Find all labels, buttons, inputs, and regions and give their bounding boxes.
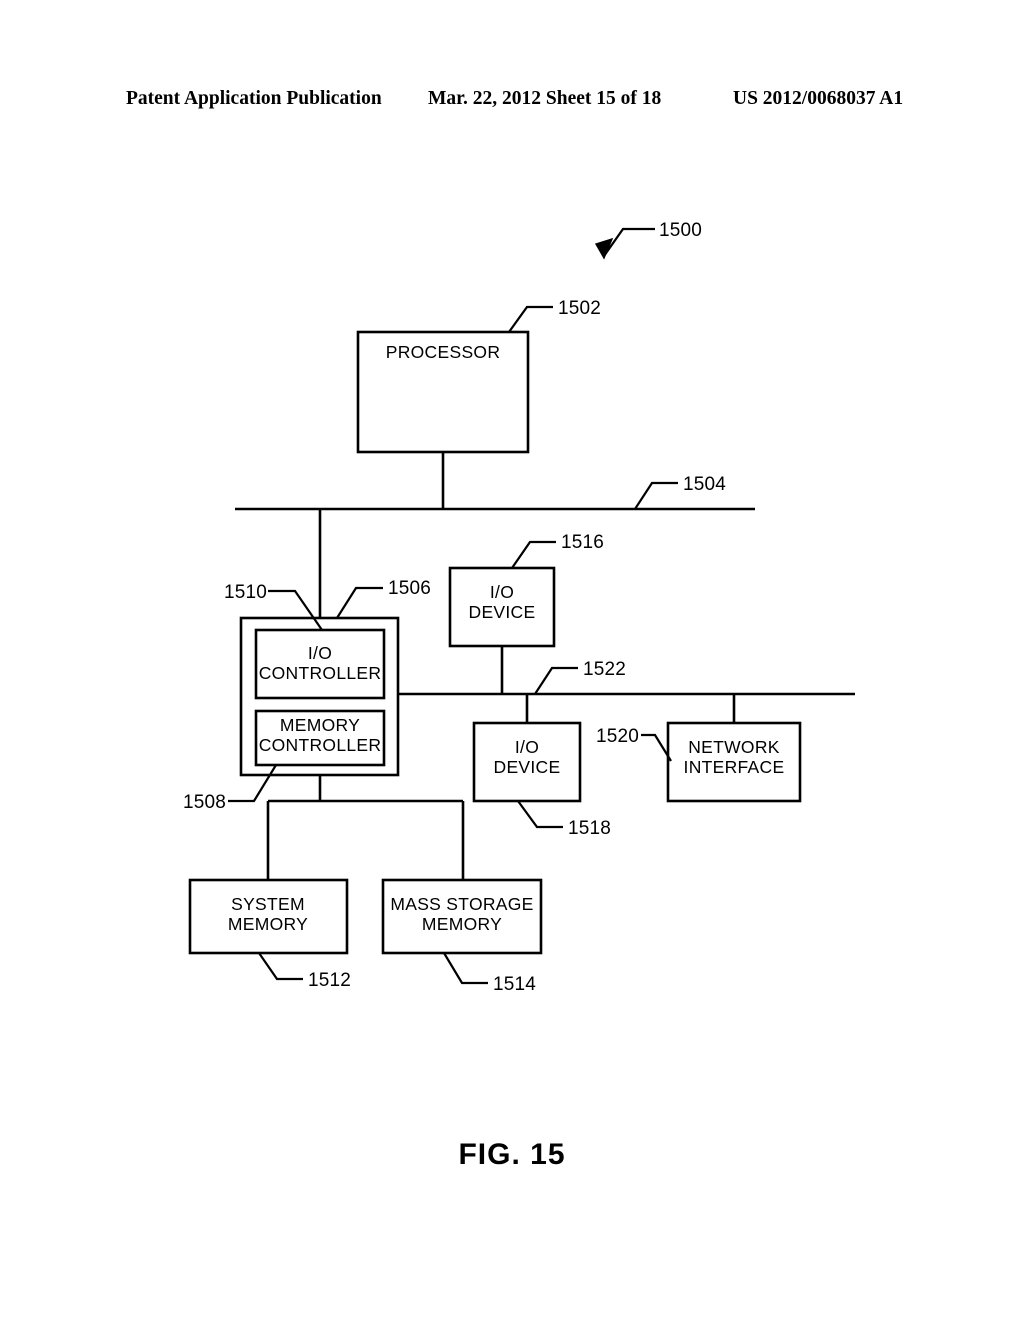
ref-label-1502: 1502	[558, 298, 601, 319]
ref-label-1516: 1516	[561, 532, 604, 553]
memory-controller-label-line1: MEMORY	[280, 715, 360, 735]
network-interface-label-line1: NETWORK	[688, 737, 780, 757]
ref-leader-1502	[508, 305, 553, 333]
figure-diagram: 1500 PROCESSOR 1502 1504 1506 I/O CONTRO…	[183, 220, 855, 995]
ref-label-1508: 1508	[183, 792, 226, 813]
ref-leader-1520	[641, 733, 672, 762]
ref-label-1518: 1518	[568, 818, 611, 839]
io-device-bottom-label-line1: I/O	[515, 737, 539, 757]
figure-caption: FIG. 15	[458, 1138, 566, 1171]
ref-label-1506: 1506	[388, 578, 431, 599]
ref-label-1522: 1522	[583, 659, 626, 680]
mass-storage-memory-label-line1: MASS STORAGE	[390, 894, 533, 914]
system-memory-label-line2: MEMORY	[228, 914, 308, 934]
ref-leader-1506	[336, 586, 383, 619]
ref-leader-1522	[534, 666, 578, 695]
io-device-bottom-label-line2: DEVICE	[494, 757, 561, 777]
ref-label-1520: 1520	[596, 726, 639, 747]
system-memory-label-line1: SYSTEM	[231, 894, 305, 914]
processor-label: PROCESSOR	[386, 342, 501, 362]
mass-storage-memory-label-line2: MEMORY	[422, 914, 502, 934]
ref-leader-1512	[258, 952, 303, 981]
io-controller-label-line2: CONTROLLER	[259, 663, 382, 683]
patent-page: Patent Application Publication Mar. 22, …	[0, 0, 1024, 1320]
io-device-top-label-line1: I/O	[490, 582, 514, 602]
io-controller-label-line1: I/O	[308, 643, 332, 663]
ref-leader-1514	[443, 952, 488, 985]
ref-label-1512: 1512	[308, 970, 351, 991]
ref-leader-1504	[634, 481, 678, 510]
system-ref-leader	[594, 227, 655, 260]
network-interface-label-line2: INTERFACE	[684, 757, 785, 777]
io-device-top-label-line2: DEVICE	[469, 602, 536, 622]
ref-leader-1516	[511, 540, 556, 569]
ref-label-1500: 1500	[659, 220, 702, 241]
ref-label-1504: 1504	[683, 474, 726, 495]
memory-controller-label-line2: CONTROLLER	[259, 735, 382, 755]
ref-label-1510: 1510	[224, 582, 267, 603]
ref-leader-1518	[517, 800, 563, 829]
ref-label-1514: 1514	[493, 974, 536, 995]
